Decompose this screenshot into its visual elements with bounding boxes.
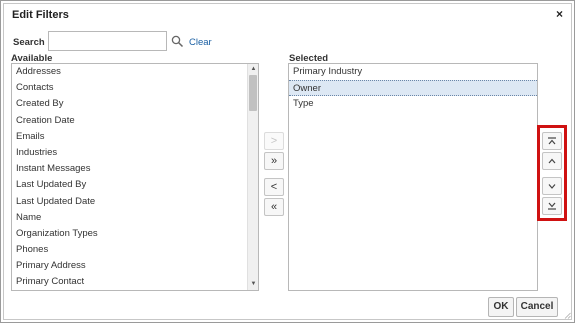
reorder-buttons-highlight: [537, 125, 567, 221]
search-label: Search: [13, 37, 45, 48]
list-item[interactable]: Type: [289, 96, 537, 112]
list-item[interactable]: Last Updated Date: [12, 194, 258, 210]
dialog-title: Edit Filters: [12, 9, 69, 21]
resize-grip-icon[interactable]: [564, 312, 571, 319]
list-item[interactable]: Name: [12, 210, 258, 226]
list-item[interactable]: Primary Address: [12, 258, 258, 274]
selected-list[interactable]: Primary Industry Owner Type: [288, 63, 538, 291]
scroll-down-icon[interactable]: ▼: [248, 280, 258, 289]
remove-button[interactable]: <: [264, 178, 284, 196]
close-icon[interactable]: ×: [556, 7, 563, 21]
list-item[interactable]: Primary Industry: [289, 64, 537, 80]
scroll-thumb[interactable]: [249, 75, 257, 111]
list-item[interactable]: Created By: [12, 96, 258, 112]
list-item[interactable]: Last Updated By: [12, 177, 258, 193]
list-item[interactable]: Primary Contact: [12, 274, 258, 290]
list-item[interactable]: Phones: [12, 242, 258, 258]
move-all-button[interactable]: »: [264, 152, 284, 170]
list-item[interactable]: Contacts: [12, 80, 258, 96]
list-item[interactable]: Creation Date: [12, 113, 258, 129]
clear-link[interactable]: Clear: [189, 37, 212, 48]
available-list[interactable]: Addresses Contacts Created By Creation D…: [11, 63, 259, 291]
list-item[interactable]: Instant Messages: [12, 161, 258, 177]
search-icon[interactable]: [171, 35, 184, 48]
list-item[interactable]: Addresses: [12, 64, 258, 80]
cancel-button[interactable]: Cancel: [516, 297, 558, 317]
edit-filters-dialog: Edit Filters × Search Clear Available Se…: [0, 0, 575, 323]
move-button[interactable]: >: [264, 132, 284, 150]
scroll-up-icon[interactable]: ▲: [248, 65, 258, 74]
list-item-selected[interactable]: Owner: [289, 80, 537, 96]
list-item[interactable]: Organization Types: [12, 226, 258, 242]
search-input[interactable]: [48, 31, 167, 51]
list-item[interactable]: Emails: [12, 129, 258, 145]
available-scrollbar[interactable]: ▲ ▼: [247, 64, 258, 290]
ok-button[interactable]: OK: [488, 297, 514, 317]
remove-all-button[interactable]: «: [264, 198, 284, 216]
list-item[interactable]: Industries: [12, 145, 258, 161]
